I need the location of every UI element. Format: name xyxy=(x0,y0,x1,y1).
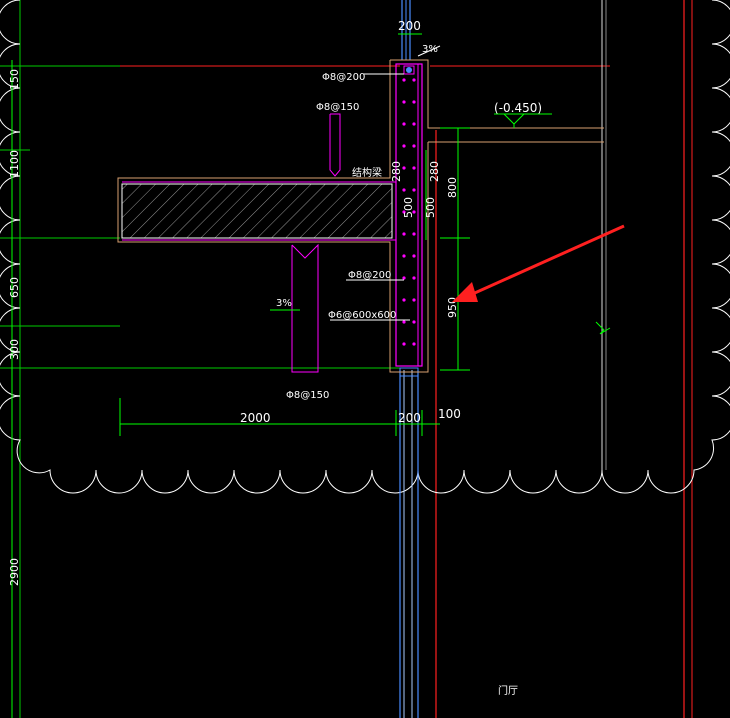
rebar-dot xyxy=(412,122,416,126)
dim-wall-500-b: 500 xyxy=(424,197,437,218)
glass-mullion xyxy=(399,0,419,718)
slope-mark-top: 3% xyxy=(417,44,441,57)
slab-top-leader xyxy=(329,113,341,177)
rebar-dot xyxy=(402,276,406,280)
rebar-dot xyxy=(412,144,416,148)
rebar-dot xyxy=(412,78,416,82)
rebar-dot xyxy=(402,298,406,302)
cad-drawing-canvas[interactable]: 3% 3% (-0.450) 200 2000 200 100 800 950 xyxy=(0,0,730,718)
rebar-dot xyxy=(412,342,416,346)
slab-bottom-leader xyxy=(291,243,319,373)
rebar-dot xyxy=(412,166,416,170)
rebar-label-slab-top: Φ8@150 xyxy=(316,102,359,113)
dim-wall-280-a: 280 xyxy=(390,161,403,182)
dim-left-300: 300 xyxy=(8,339,21,360)
slab-hatch xyxy=(121,183,393,239)
dim-wall-500-a: 500 xyxy=(402,197,415,218)
room-label: 门厅 xyxy=(498,684,518,697)
dim-left-2900: 2900 xyxy=(8,558,21,586)
rebar-label-top: Φ8@200 xyxy=(322,72,365,83)
rebar-dot xyxy=(412,298,416,302)
dim-right-800: 800 xyxy=(446,177,459,198)
rebar-dot xyxy=(412,232,416,236)
slope-top-label: 3% xyxy=(422,44,438,55)
rebar-dot xyxy=(402,232,406,236)
red-annotation-arrow xyxy=(452,224,625,302)
rebar-dot xyxy=(412,320,416,324)
rebar-dot xyxy=(402,144,406,148)
slope-mid-label: 3% xyxy=(276,298,292,309)
rebar-dot xyxy=(402,342,406,346)
slope-mark-mid: 3% xyxy=(270,298,300,311)
rebar-dot xyxy=(402,100,406,104)
rebar-dot xyxy=(412,100,416,104)
dim-wall-280-b: 280 xyxy=(428,161,441,182)
dim-bottom-100: 100 xyxy=(438,407,461,421)
rebar-dot xyxy=(402,254,406,258)
dim-top-200: 200 xyxy=(398,19,421,33)
rebar-dot xyxy=(402,122,406,126)
dim-bottom-2000: 2000 xyxy=(240,411,271,425)
rebar-dot xyxy=(402,188,406,192)
slab-note: 结构梁 xyxy=(352,166,382,179)
rebar-label-stirrup: Φ6@600x600 xyxy=(328,310,396,321)
rebar-dot xyxy=(412,254,416,258)
rebar-dot xyxy=(402,78,406,82)
rebar-dot xyxy=(412,188,416,192)
rebar-label-mid: Φ8@200 xyxy=(348,270,391,281)
dim-bottom-200: 200 xyxy=(398,411,421,425)
elevation-label: (-0.450) xyxy=(494,101,542,115)
dim-left-650: 650 xyxy=(8,277,21,298)
rebar-dot xyxy=(402,320,406,324)
dim-left-1100: 1100 xyxy=(8,150,21,178)
rebar-dot xyxy=(412,276,416,280)
rebar-label-slab-bottom: Φ8@150 xyxy=(286,390,329,401)
dim-left-150: 150 xyxy=(8,69,21,90)
elevation-mark: (-0.450) xyxy=(494,101,552,128)
